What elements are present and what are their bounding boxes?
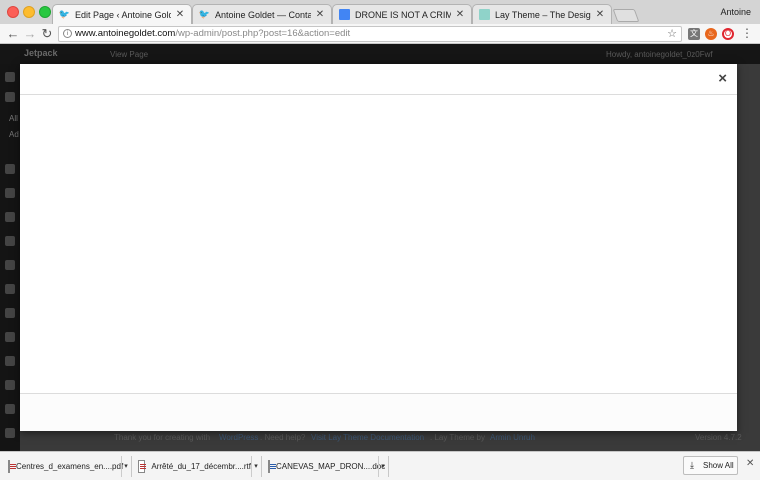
new-tab-button[interactable] — [612, 9, 640, 22]
download-item-rtf[interactable]: Arrêté_du_17_décembr....rtf — [132, 456, 251, 477]
tab-label: DRONE IS NOT A CRIME - Goo — [355, 9, 451, 20]
footer-need-help: . Need help? — [260, 433, 306, 442]
footer-docs-link[interactable]: Visit Lay Theme Documentation — [311, 433, 424, 442]
fullscreen-window-button[interactable] — [39, 6, 51, 18]
url-path: /wp-admin/post.php?post=16&action=edit — [175, 28, 351, 39]
extension-fire-icon[interactable]: ♨ — [705, 28, 717, 40]
adminbar-jetpack: Jetpack — [24, 48, 58, 58]
tab-label: Lay Theme – The Designer's P — [495, 9, 591, 20]
sidebar-icon — [5, 260, 15, 270]
footer-lay-theme-by: . Lay Theme by — [430, 433, 485, 442]
tab-close-icon[interactable]: ✕ — [175, 9, 185, 20]
download-icon: ⤓ — [690, 460, 694, 470]
forward-arrow-icon[interactable]: → — [23, 27, 37, 41]
download-options-caret-icon[interactable]: ▾ — [251, 456, 260, 477]
info-icon[interactable]: i — [63, 29, 72, 38]
reload-icon[interactable]: ↻ — [40, 27, 54, 41]
pdf-file-icon — [8, 460, 16, 473]
sidebar-icon — [5, 164, 15, 174]
browser-tab-drone-doc[interactable]: DRONE IS NOT A CRIME - Goo ✕ — [332, 4, 472, 24]
download-filename: Centres_d_examens_en....pdf — [16, 462, 124, 471]
footer-wordpress-link[interactable]: WordPress — [219, 433, 258, 442]
modal-dialog: × — [20, 64, 737, 431]
modal-body — [20, 95, 737, 393]
close-download-shelf-icon[interactable]: ✕ — [746, 458, 754, 469]
minimize-window-button[interactable] — [23, 6, 35, 18]
sidebar-icon — [5, 332, 15, 342]
sidebar-label: All — [9, 114, 18, 123]
sidebar-icon — [5, 212, 15, 222]
browser-tab-lay-theme[interactable]: Lay Theme – The Designer's P ✕ — [472, 4, 612, 24]
tab-close-icon[interactable]: ✕ — [315, 9, 325, 20]
download-separator — [388, 456, 389, 477]
show-all-label: Show All — [703, 461, 734, 470]
sidebar-icon — [5, 236, 15, 246]
download-shelf: Centres_d_examens_en....pdf ▾ Arrêté_du_… — [0, 451, 760, 480]
tab-close-icon[interactable]: ✕ — [595, 9, 605, 20]
browser-tab-edit-page[interactable]: 🐦 Edit Page ‹ Antoine Goldet — ✕ — [52, 4, 192, 24]
doc-file-icon — [268, 460, 276, 473]
modal-footer — [20, 393, 737, 431]
download-options-caret-icon[interactable]: ▾ — [121, 456, 130, 477]
sidebar-icon — [5, 72, 15, 82]
download-filename: CANEVAS_MAP_DRON....doc — [276, 462, 386, 471]
url-host: www.antoinegoldet.com — [75, 28, 176, 39]
adminbar-howdy: Howdy, antoinegoldet_0z0Fwf — [606, 50, 713, 59]
footer-author-link[interactable]: Armin Unruh — [490, 433, 535, 442]
address-bar[interactable]: i www.antoinegoldet.com/wp-admin/post.ph… — [58, 26, 682, 42]
extension-translate-icon[interactable]: 文 — [688, 28, 700, 40]
browser-menu-icon[interactable]: ⋮ — [741, 26, 753, 40]
tab-close-icon[interactable]: ✕ — [455, 9, 465, 20]
download-item-pdf[interactable]: Centres_d_examens_en....pdf — [2, 456, 124, 477]
browser-tab-contact[interactable]: 🐦 Antoine Goldet — Contact + ✕ — [192, 4, 332, 24]
lay-theme-icon — [479, 9, 490, 20]
sidebar-icon — [5, 92, 15, 102]
sidebar-icon — [5, 284, 15, 294]
wp-admin-sidebar: All Ad — [0, 64, 20, 451]
sidebar-icon — [5, 308, 15, 318]
sidebar-icon — [5, 188, 15, 198]
bookmark-star-icon[interactable]: ☆ — [667, 27, 677, 41]
sidebar-icon — [5, 356, 15, 366]
sidebar-icon — [5, 428, 15, 438]
close-window-button[interactable] — [7, 6, 19, 18]
extension-opera-icon[interactable]: O — [722, 28, 734, 40]
google-docs-icon — [339, 9, 350, 20]
browser-toolbar: ← → ↻ i www.antoinegoldet.com/wp-admin/p… — [0, 24, 760, 44]
wordpress-bird-icon: 🐦 — [198, 9, 211, 19]
footer-thanks: Thank you for creating with — [114, 433, 211, 442]
tab-label: Edit Page ‹ Antoine Goldet — — [75, 9, 171, 20]
adminbar-view-page: View Page — [110, 50, 149, 59]
rtf-file-icon — [138, 460, 147, 473]
back-arrow-icon[interactable]: ← — [6, 27, 20, 41]
footer-version: Version 4.7.2 — [695, 433, 742, 442]
download-options-caret-icon[interactable]: ▾ — [378, 456, 387, 477]
close-icon[interactable]: × — [718, 71, 727, 87]
profile-name[interactable]: Antoine — [720, 7, 751, 17]
wp-admin-bar: Jetpack View Page Howdy, antoinegoldet_0… — [0, 44, 760, 64]
modal-header: × — [20, 64, 737, 95]
sidebar-icon — [5, 380, 15, 390]
sidebar-icon — [5, 404, 15, 414]
show-all-downloads-button[interactable]: ⤓ Show All — [683, 456, 738, 475]
download-filename: Arrêté_du_17_décembr....rtf — [151, 462, 251, 471]
tab-label: Antoine Goldet — Contact + — [215, 9, 311, 20]
browser-tab-strip: 🐦 Edit Page ‹ Antoine Goldet — ✕ 🐦 Antoi… — [0, 0, 760, 24]
wordpress-bird-icon: 🐦 — [58, 9, 71, 19]
sidebar-label: Ad — [9, 130, 19, 139]
download-item-doc[interactable]: CANEVAS_MAP_DRON....doc — [262, 456, 385, 477]
